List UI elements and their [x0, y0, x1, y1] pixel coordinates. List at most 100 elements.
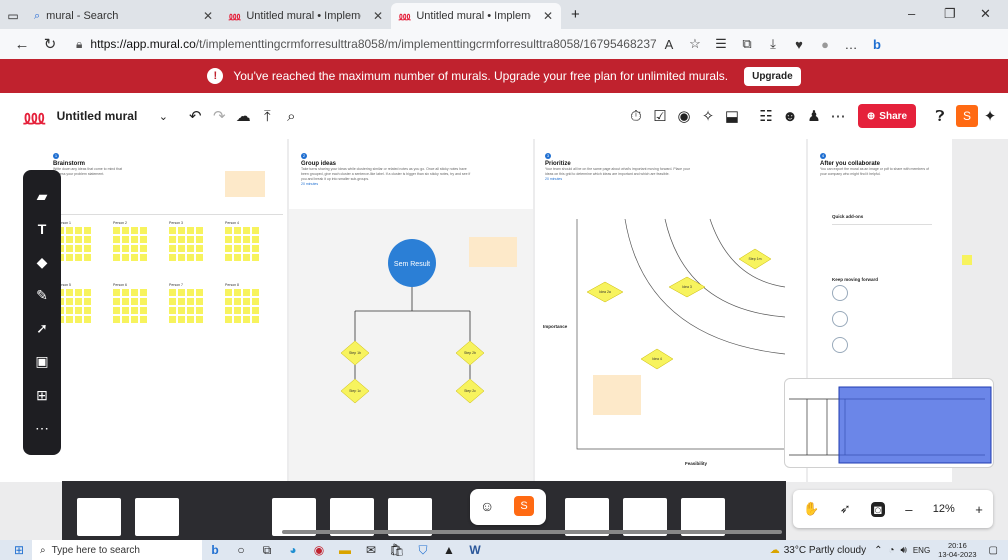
- windows-start-icon[interactable]: ⊞: [6, 543, 32, 557]
- sticky-note[interactable]: [187, 236, 194, 243]
- sticky-note[interactable]: [243, 298, 250, 305]
- sticky-note[interactable]: [122, 298, 129, 305]
- sticky-note[interactable]: [113, 227, 120, 234]
- sticky-note[interactable]: [84, 245, 91, 252]
- emoji-icon[interactable]: ☺: [480, 498, 494, 514]
- sticky-note[interactable]: [225, 227, 232, 234]
- sticky-note[interactable]: [252, 245, 259, 252]
- sticky-note[interactable]: [243, 245, 250, 252]
- sticky-note[interactable]: [131, 298, 138, 305]
- sticky-note[interactable]: [169, 236, 176, 243]
- text-icon[interactable]: T: [38, 221, 47, 237]
- sticky-note[interactable]: [196, 254, 203, 261]
- avatar[interactable]: S: [956, 105, 978, 127]
- map-icon[interactable]: ◙: [870, 501, 885, 517]
- task-view-icon[interactable]: ⧉: [254, 543, 280, 558]
- undo-icon[interactable]: ↶: [183, 107, 207, 125]
- favorite-icon[interactable]: ☆: [682, 36, 708, 52]
- comments-icon[interactable]: ☻: [778, 108, 802, 125]
- sticky-note[interactable]: [234, 245, 241, 252]
- sticky-note[interactable]: [131, 289, 138, 296]
- sticky-note[interactable]: [140, 289, 147, 296]
- sticky-note[interactable]: [225, 316, 232, 323]
- extensions-icon[interactable]: ♥: [786, 37, 812, 52]
- share-button[interactable]: ⊕ Share: [858, 104, 916, 128]
- collaborator-avatar[interactable]: S: [514, 496, 534, 516]
- sticky-note[interactable]: [122, 236, 129, 243]
- cortana-icon[interactable]: ○: [228, 543, 254, 557]
- sticky-note[interactable]: [243, 289, 250, 296]
- sticky-note[interactable]: [131, 316, 138, 323]
- sticky-note[interactable]: [178, 316, 185, 323]
- sticky-note[interactable]: [169, 298, 176, 305]
- laser-icon[interactable]: ✧: [696, 107, 720, 125]
- sticky-note[interactable]: [178, 245, 185, 252]
- more-icon[interactable]: …: [838, 37, 864, 52]
- sticky-note[interactable]: [187, 316, 194, 323]
- hand-icon[interactable]: ✋: [803, 501, 819, 517]
- facilitation-icon[interactable]: ⬓: [720, 107, 744, 125]
- mural-canvas[interactable]: 1 Brainstorm Write down any ideas that c…: [0, 139, 1008, 540]
- sticky-note[interactable]: [131, 254, 138, 261]
- zoom-level[interactable]: 12%: [933, 503, 955, 515]
- bing-icon[interactable]: b: [864, 37, 890, 52]
- more-options-icon[interactable]: ⋯: [826, 107, 850, 125]
- sticky-note[interactable]: [243, 316, 250, 323]
- sticky-note[interactable]: [66, 254, 73, 261]
- voting-icon[interactable]: ☑: [648, 107, 672, 125]
- sticky-note[interactable]: [66, 227, 73, 234]
- url-field[interactable]: 🔒︎ https://app.mural.co/t/implementtingc…: [76, 33, 656, 55]
- sticky-note[interactable]: [66, 307, 73, 314]
- sticky-note[interactable]: [243, 254, 250, 261]
- sticky-note[interactable]: [234, 307, 241, 314]
- sticky-note[interactable]: [113, 236, 120, 243]
- upgrade-button[interactable]: Upgrade: [744, 66, 801, 86]
- redo-icon[interactable]: ↷: [207, 107, 231, 125]
- tab-untitled-mural-2[interactable]: ⅏ Untitled mural • Implementting ✕: [391, 3, 561, 29]
- notifications-icon[interactable]: ▢: [989, 545, 998, 556]
- sticky-note[interactable]: [178, 307, 185, 314]
- template-card[interactable]: [832, 285, 848, 301]
- sticky-note[interactable]: [252, 227, 259, 234]
- sticky-note[interactable]: [113, 289, 120, 296]
- favorites-list-icon[interactable]: ☰: [708, 36, 734, 52]
- network-icon[interactable]: ◔: [888, 545, 894, 556]
- sticky-note[interactable]: [75, 236, 82, 243]
- sticky-note[interactable]: [252, 289, 259, 296]
- word-icon[interactable]: W: [462, 543, 488, 557]
- sticky-note[interactable]: [225, 254, 232, 261]
- sticky-note[interactable]: [84, 236, 91, 243]
- sticky-note[interactable]: [225, 245, 232, 252]
- sticky-note[interactable]: [196, 289, 203, 296]
- sticky-note[interactable]: [84, 254, 91, 261]
- sticky-note[interactable]: [252, 236, 259, 243]
- sticky-note[interactable]: [75, 298, 82, 305]
- stray-sticky[interactable]: [962, 255, 972, 265]
- sticky-note[interactable]: [234, 289, 241, 296]
- sticky-note[interactable]: [122, 245, 129, 252]
- sticky-note[interactable]: [131, 236, 138, 243]
- sticky-note[interactable]: [187, 245, 194, 252]
- sticky-note[interactable]: [75, 245, 82, 252]
- sticky-note[interactable]: [169, 316, 176, 323]
- back-arrow-icon[interactable]: ←: [8, 36, 36, 53]
- sticky-note[interactable]: [122, 289, 129, 296]
- sticky-note[interactable]: [122, 227, 129, 234]
- sticky-note[interactable]: [234, 298, 241, 305]
- file-explorer-icon[interactable]: ▬: [332, 543, 358, 557]
- sticky-note[interactable]: [131, 245, 138, 252]
- zoom-out-button[interactable]: –: [905, 502, 912, 517]
- ai-sparkle-icon[interactable]: ✦: [978, 107, 1002, 125]
- sticky-note[interactable]: [140, 316, 147, 323]
- sticky-note[interactable]: [84, 316, 91, 323]
- close-tab-icon[interactable]: ✕: [373, 9, 383, 23]
- mural-logo-icon[interactable]: ⅏: [24, 103, 45, 130]
- sticky-note[interactable]: [196, 236, 203, 243]
- sticky-note[interactable]: [113, 316, 120, 323]
- weather-icon[interactable]: ☁: [770, 545, 780, 556]
- sticky-note[interactable]: [84, 227, 91, 234]
- more-icon[interactable]: ⋯: [35, 420, 49, 437]
- sticky-note[interactable]: [187, 307, 194, 314]
- sticky-note[interactable]: [234, 236, 241, 243]
- sticky-note[interactable]: [84, 289, 91, 296]
